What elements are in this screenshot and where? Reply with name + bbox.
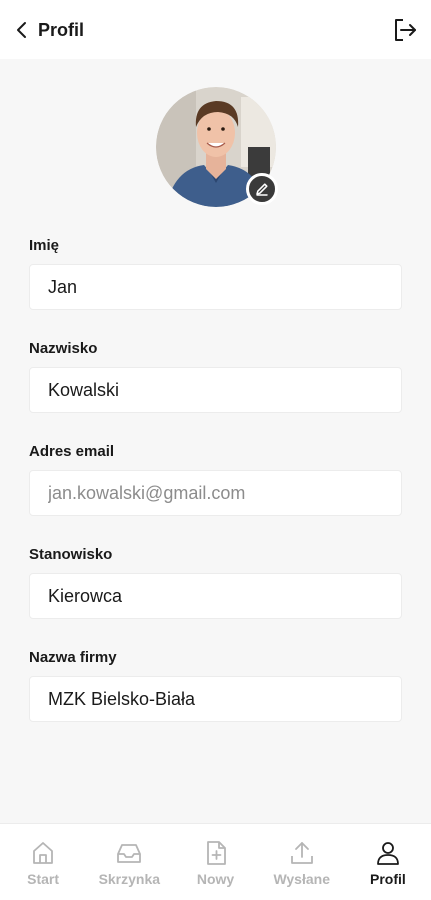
upload-icon bbox=[290, 842, 313, 864]
nav-label-start: Start bbox=[27, 871, 60, 887]
inbox-icon bbox=[117, 844, 142, 863]
first-name-field-group: Imię bbox=[29, 236, 402, 310]
last-name-label: Nazwisko bbox=[29, 340, 98, 357]
position-field[interactable] bbox=[29, 573, 402, 619]
nav-label-inbox: Skrzynka bbox=[98, 871, 161, 887]
first-name-label: Imię bbox=[29, 237, 60, 254]
nav-label-new: Nowy bbox=[196, 871, 235, 887]
edit-avatar-button[interactable] bbox=[246, 173, 278, 205]
bottom-navigation: Start Skrzynka Nowy Wysłane Profil bbox=[0, 823, 431, 900]
pencil-icon bbox=[256, 183, 268, 196]
nav-label-sent: Wysłane bbox=[273, 871, 330, 887]
user-icon bbox=[377, 842, 399, 865]
nav-item-profile[interactable]: Profil bbox=[345, 824, 431, 900]
position-field-group: Stanowisko bbox=[29, 545, 402, 619]
nav-label-profile: Profil bbox=[370, 871, 406, 887]
email-field[interactable] bbox=[29, 470, 402, 516]
nav-item-start[interactable]: Start bbox=[0, 824, 86, 900]
email-field-group: Adres email bbox=[29, 442, 402, 516]
company-label: Nazwa firmy bbox=[29, 649, 117, 666]
back-button[interactable]: Profil bbox=[12, 14, 84, 46]
page-title: Profil bbox=[38, 19, 85, 40]
position-label: Stanowisko bbox=[29, 546, 113, 563]
company-field-group: Nazwa firmy bbox=[29, 648, 402, 722]
logout-button[interactable] bbox=[389, 14, 421, 46]
chevron-left-icon bbox=[17, 22, 26, 38]
company-field[interactable] bbox=[29, 676, 402, 722]
logout-icon bbox=[395, 19, 416, 41]
profile-screen: Profil Imię Jan Nazwisko Kowalski Adres … bbox=[0, 0, 431, 900]
top-bar: Profil bbox=[0, 0, 431, 59]
avatar-container bbox=[156, 87, 278, 207]
new-document-icon bbox=[206, 841, 226, 865]
first-name-field[interactable] bbox=[29, 264, 402, 310]
nav-item-inbox[interactable]: Skrzynka bbox=[86, 824, 172, 900]
last-name-field-group: Nazwisko bbox=[29, 339, 402, 413]
nav-item-sent[interactable]: Wysłane bbox=[259, 824, 345, 900]
email-label: Adres email bbox=[29, 443, 115, 460]
last-name-field[interactable] bbox=[29, 367, 402, 413]
home-icon bbox=[33, 842, 53, 864]
nav-item-new[interactable]: Nowy bbox=[172, 824, 258, 900]
